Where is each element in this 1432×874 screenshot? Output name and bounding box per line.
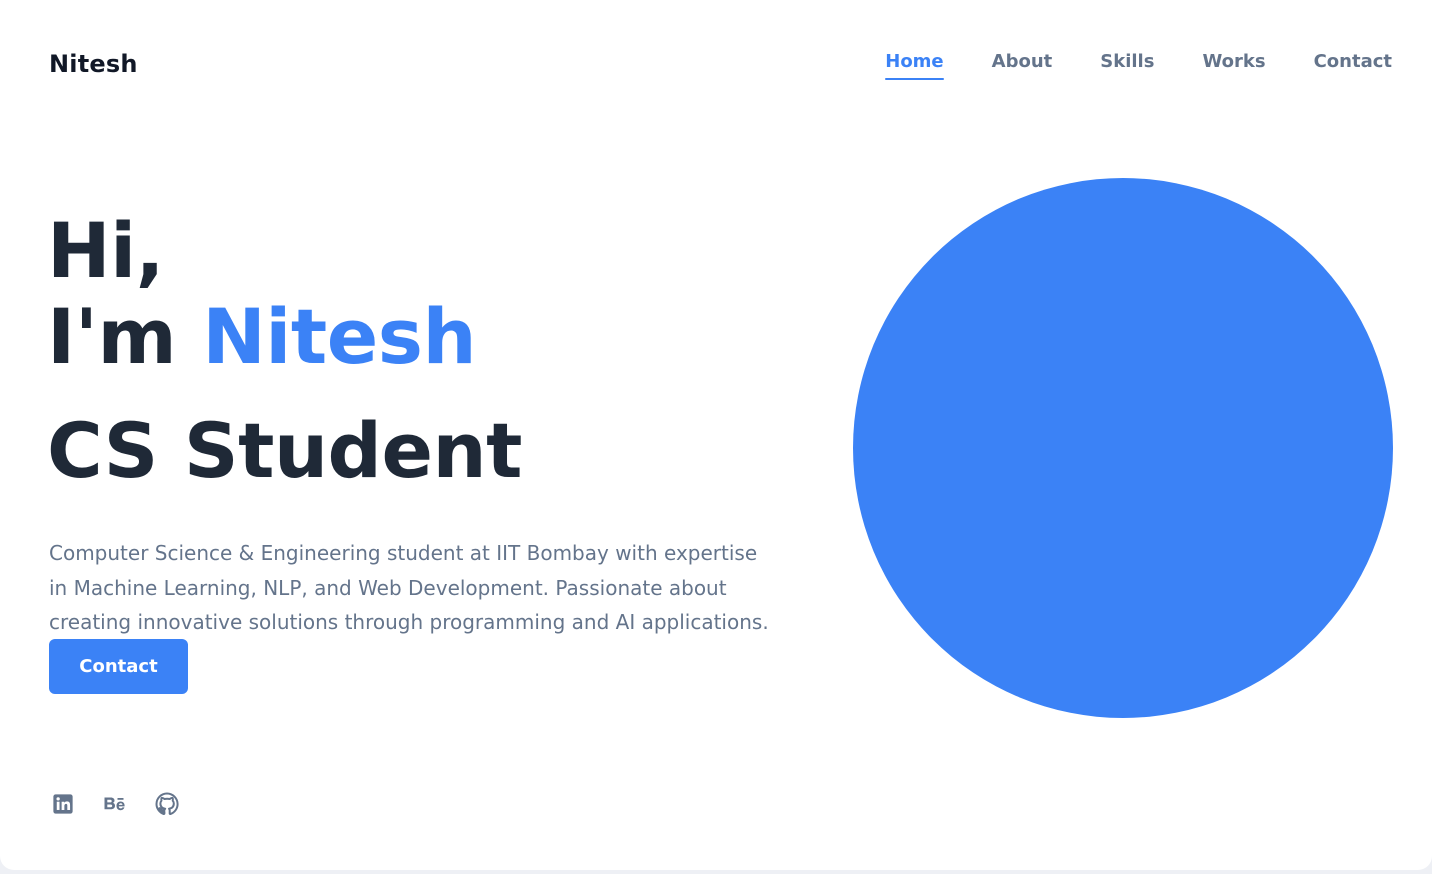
hero-role: CS Student bbox=[47, 406, 522, 495]
main-nav: Home About Skills Works Contact bbox=[885, 51, 1392, 80]
hero-greeting: Hi, bbox=[47, 206, 165, 295]
linkedin-icon[interactable] bbox=[51, 792, 75, 816]
site-logo[interactable]: Nitesh bbox=[49, 50, 138, 78]
nav-item-home[interactable]: Home bbox=[885, 51, 945, 80]
hero-intro: I'm Nitesh bbox=[47, 292, 477, 381]
nav-item-about[interactable]: About bbox=[992, 51, 1053, 80]
hero-name: Nitesh bbox=[202, 292, 477, 381]
hero-heading: Hi, I'm Nitesh bbox=[47, 206, 477, 381]
contact-button[interactable]: Contact bbox=[49, 639, 188, 694]
hero-description: Computer Science & Engineering student a… bbox=[49, 541, 769, 634]
social-links bbox=[51, 792, 179, 816]
hero-blob-image bbox=[853, 178, 1393, 718]
page: Nitesh Home About Skills Works Contact H… bbox=[0, 0, 1432, 870]
github-icon[interactable] bbox=[155, 792, 179, 816]
hero-intro-prefix: I'm bbox=[47, 292, 203, 381]
behance-icon[interactable] bbox=[103, 792, 127, 816]
nav-item-works[interactable]: Works bbox=[1202, 51, 1265, 80]
nav-item-skills[interactable]: Skills bbox=[1100, 51, 1154, 80]
nav-item-contact[interactable]: Contact bbox=[1314, 51, 1392, 80]
